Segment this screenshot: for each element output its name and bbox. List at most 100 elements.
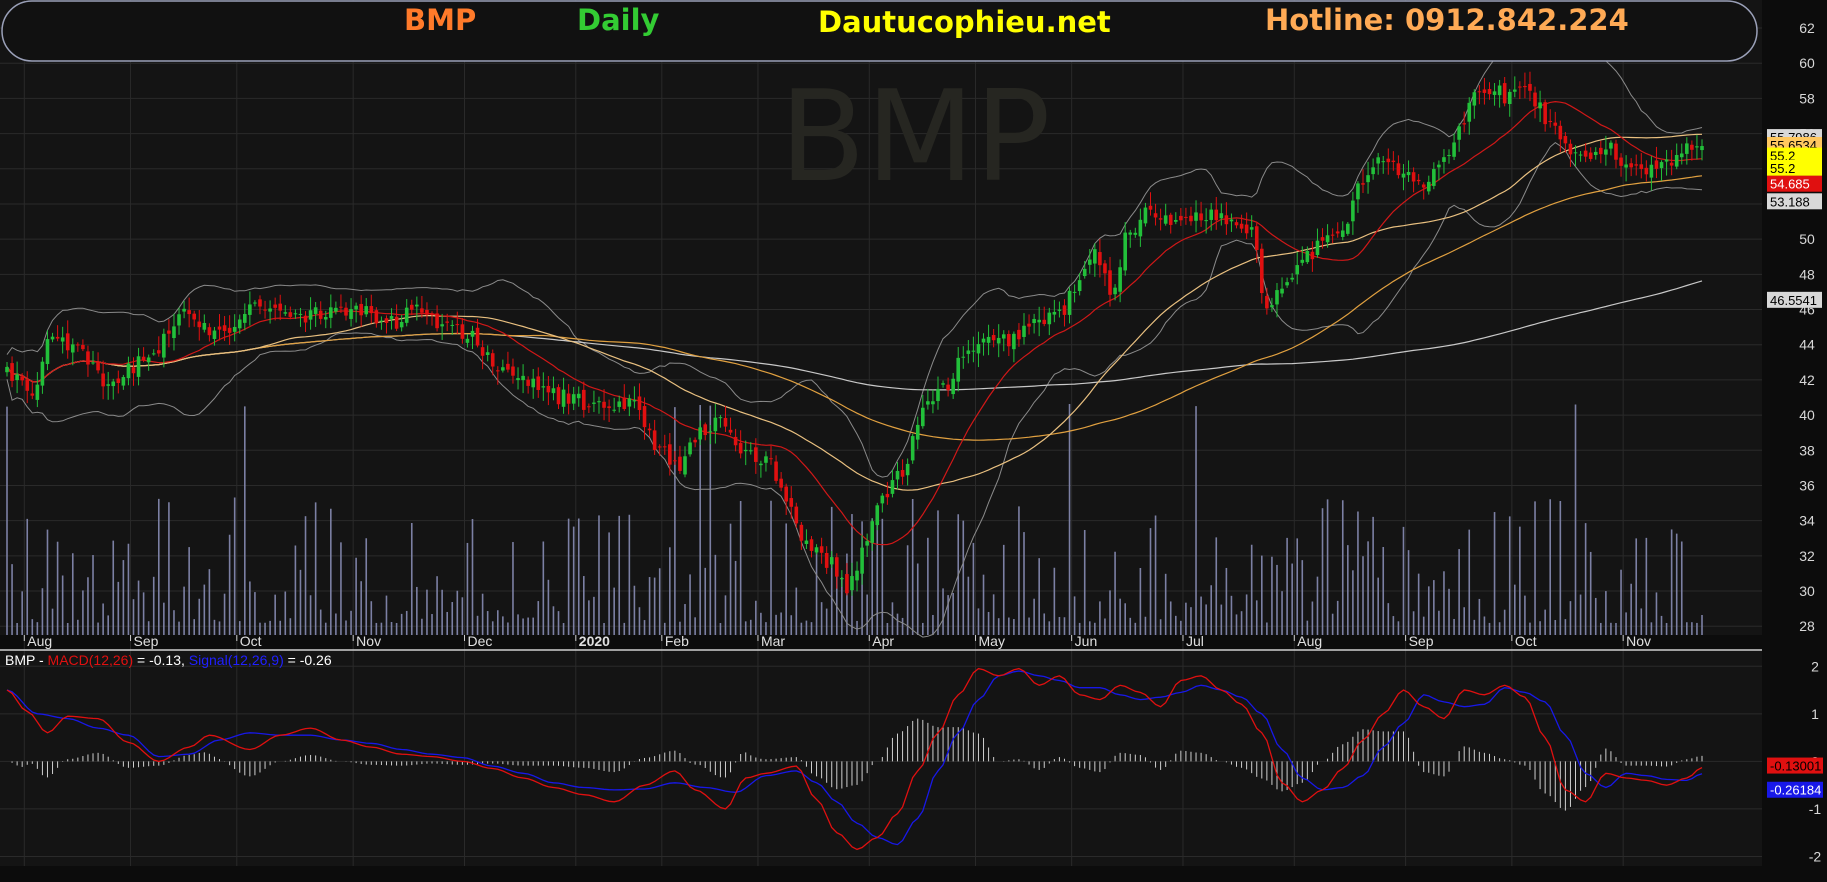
candle-body-226 — [1148, 205, 1153, 210]
price-tick-label-8: 44 — [1799, 337, 1815, 353]
candle-body-325 — [1649, 164, 1654, 178]
candle-body-2 — [15, 374, 19, 381]
month-label-8: Apr — [872, 633, 894, 649]
candle-body-290 — [1472, 92, 1477, 106]
candle-body-33 — [172, 326, 176, 339]
candle-body-172 — [875, 505, 880, 526]
macd-tick-label-3: -1 — [1809, 801, 1822, 817]
candle-body-329 — [1669, 162, 1674, 166]
candle-body-143 — [728, 429, 733, 433]
candle-body-124 — [632, 400, 637, 402]
candle-body-256 — [1300, 259, 1305, 263]
candle-body-271 — [1376, 157, 1380, 164]
month-label-3: Nov — [356, 633, 381, 649]
candle-body-36 — [187, 310, 191, 315]
candle-body-34 — [177, 314, 181, 326]
candle-body-171 — [870, 521, 875, 543]
candle-body-294 — [1492, 91, 1497, 95]
month-label-14: Oct — [1515, 633, 1537, 649]
candle-body-37 — [192, 313, 197, 320]
candle-body-39 — [202, 323, 207, 330]
candle-body-287 — [1457, 126, 1461, 140]
candle-body-204 — [1037, 319, 1041, 323]
candle-body-151 — [769, 458, 773, 460]
price-tick-label-5: 38 — [1799, 442, 1815, 458]
candle-body-49 — [253, 302, 257, 304]
month-label-9: May — [979, 633, 1005, 649]
candle-body-95 — [485, 352, 490, 356]
candle-body-58 — [298, 313, 303, 315]
candle-body-308 — [1563, 136, 1568, 144]
candle-body-255 — [1295, 265, 1300, 275]
candle-body-305 — [1548, 120, 1553, 122]
candle-body-59 — [303, 315, 308, 323]
candle-body-268 — [1361, 183, 1365, 185]
candle-body-43 — [222, 325, 227, 331]
candle-body-136 — [693, 439, 697, 443]
candle-body-253 — [1285, 282, 1289, 286]
candle-body-235 — [1194, 212, 1198, 221]
candle-body-142 — [723, 417, 728, 427]
candle-body-93 — [475, 327, 480, 346]
candle-body-153 — [779, 478, 783, 488]
candle-body-257 — [1305, 251, 1310, 263]
candle-body-109 — [556, 387, 561, 405]
candle-body-320 — [1624, 164, 1628, 168]
candle-body-298 — [1512, 89, 1517, 92]
candle-body-273 — [1386, 158, 1391, 163]
candle-body-121 — [617, 401, 622, 407]
candle-body-71 — [364, 306, 369, 315]
price-tag-label-5: 53.188 — [1770, 194, 1810, 209]
candle-body-114 — [582, 389, 586, 410]
candle-body-27 — [141, 356, 146, 361]
candle-body-107 — [546, 385, 551, 393]
candle-body-291 — [1477, 91, 1482, 93]
candle-body-219 — [1113, 287, 1117, 295]
candle-body-230 — [1168, 214, 1173, 225]
candle-body-267 — [1356, 183, 1360, 200]
candle-body-7 — [40, 361, 45, 386]
candle-body-145 — [738, 442, 743, 454]
candle-body-65 — [334, 307, 338, 312]
candle-body-309 — [1568, 143, 1573, 155]
header-site: Dautucophieu.net — [818, 5, 1111, 39]
candle-body-173 — [880, 495, 885, 504]
watermark-symbol: BMP — [779, 63, 1050, 210]
candle-body-139 — [708, 431, 713, 433]
candle-body-75 — [384, 318, 389, 323]
candle-body-50 — [258, 299, 262, 307]
candle-body-135 — [688, 442, 692, 455]
candle-body-245 — [1244, 224, 1249, 234]
candle-body-105 — [536, 376, 541, 390]
price-tick-label-6: 40 — [1799, 407, 1815, 423]
candle-body-262 — [1330, 234, 1335, 236]
candle-body-20 — [106, 384, 110, 386]
candle-body-42 — [217, 326, 222, 330]
candle-body-265 — [1346, 223, 1350, 234]
candle-body-240 — [1219, 213, 1224, 219]
candle-body-57 — [293, 313, 298, 315]
candle-body-180 — [915, 424, 920, 440]
candle-body-317 — [1609, 142, 1613, 149]
candle-body-316 — [1604, 149, 1608, 155]
candle-body-90 — [460, 324, 465, 339]
candle-body-238 — [1209, 209, 1214, 220]
candle-body-239 — [1214, 209, 1219, 221]
candle-body-96 — [490, 353, 495, 367]
price-tick-label-7: 42 — [1799, 372, 1815, 388]
candle-body-26 — [136, 356, 141, 377]
candle-body-296 — [1502, 83, 1507, 104]
candle-body-113 — [576, 393, 581, 399]
candle-body-84 — [430, 313, 434, 315]
candle-body-125 — [637, 396, 642, 411]
candle-body-144 — [733, 436, 738, 446]
candle-body-44 — [227, 327, 232, 333]
candle-body-295 — [1497, 85, 1502, 96]
candle-body-286 — [1452, 142, 1456, 157]
candle-body-133 — [678, 456, 682, 471]
price-tick-label-4: 36 — [1799, 477, 1815, 493]
candle-body-6 — [35, 384, 40, 400]
price-tag-3: 55.2 — [1767, 159, 1822, 176]
candle-body-331 — [1679, 153, 1684, 158]
macd-tag-1: -0.26184 — [1767, 781, 1823, 798]
